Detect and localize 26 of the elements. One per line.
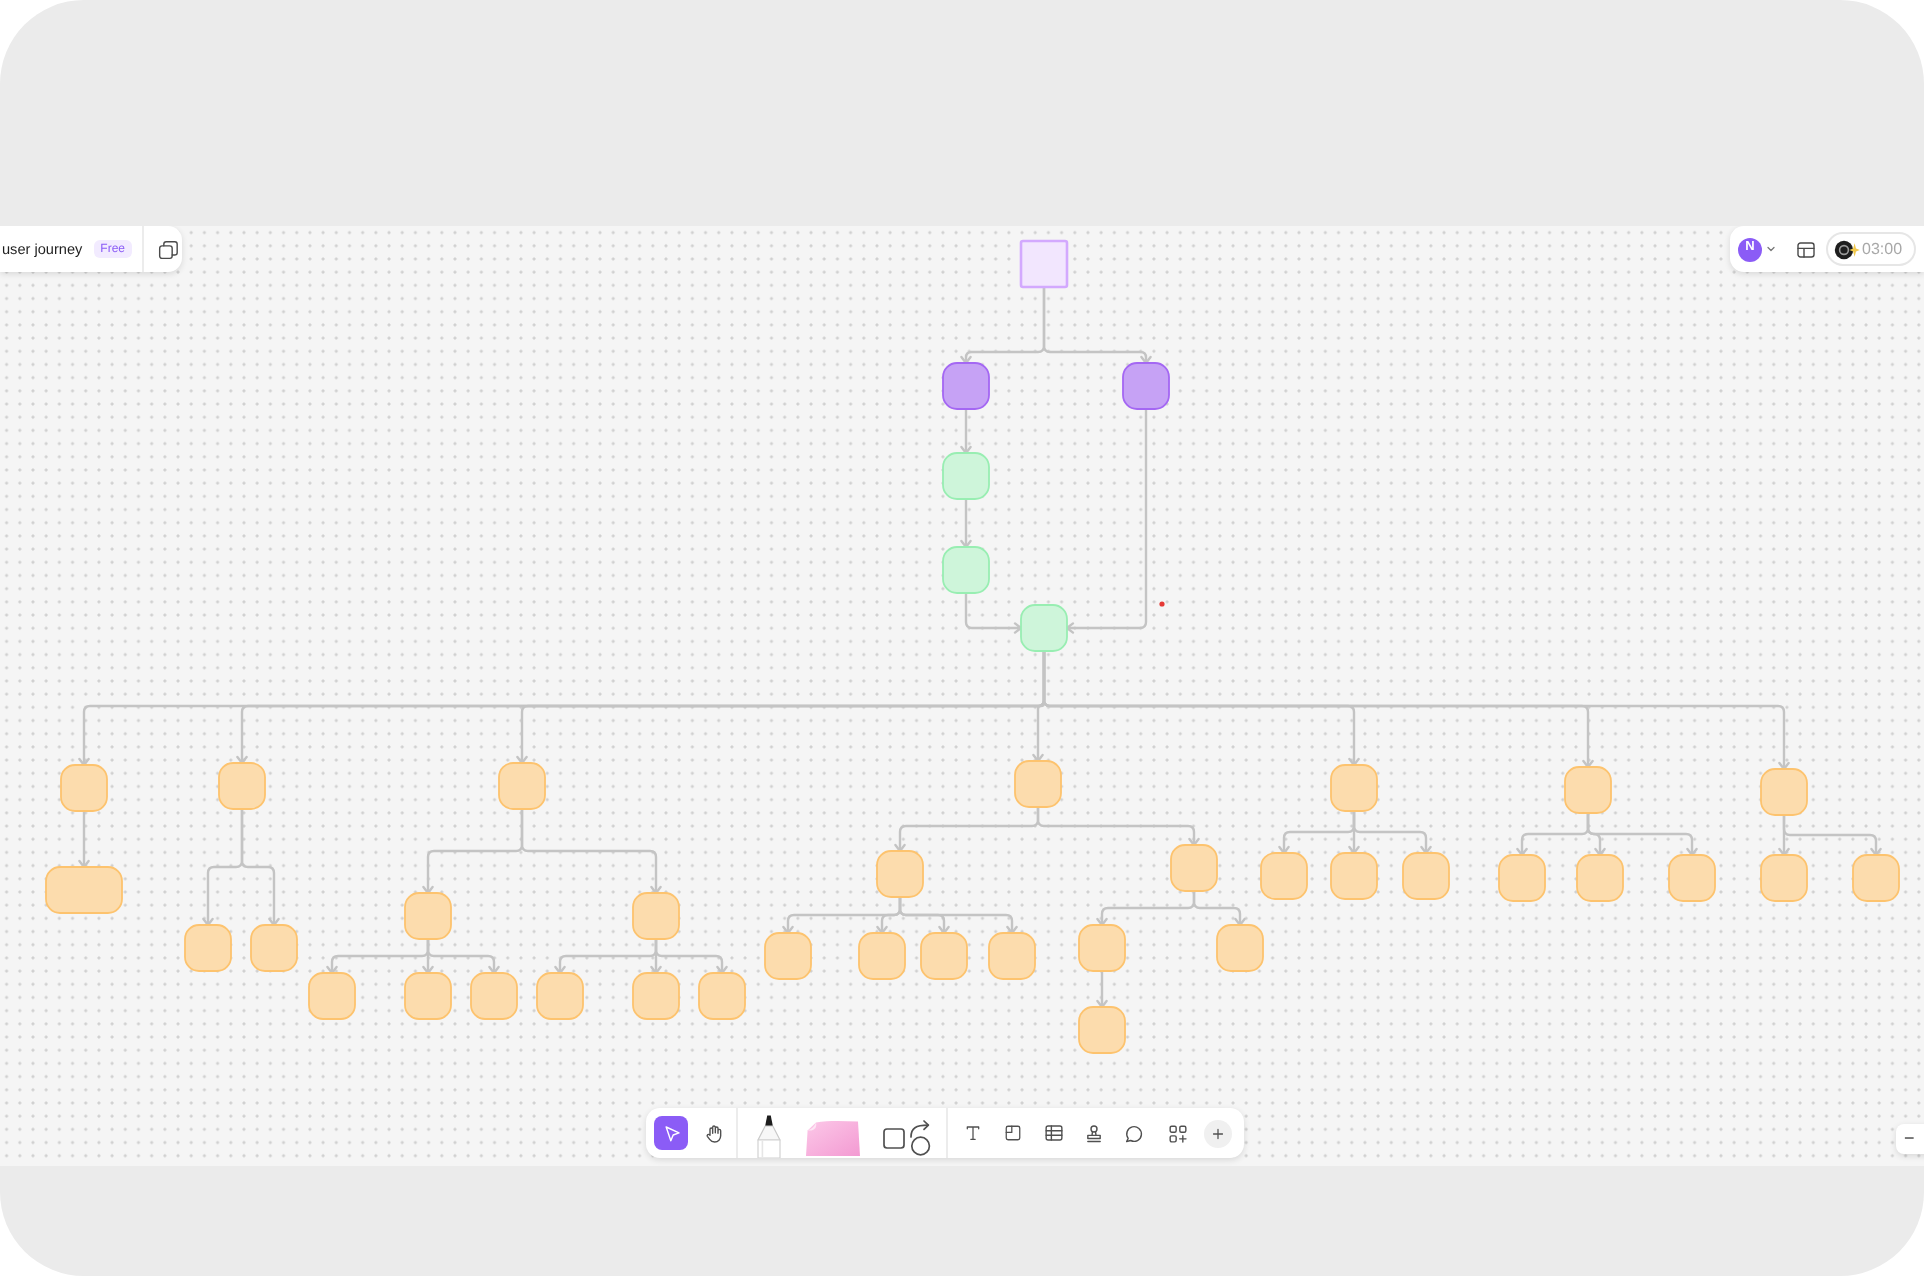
zoom-out-button[interactable]: − (1896, 1124, 1924, 1154)
cursor-icon[interactable] (661, 1123, 681, 1143)
connector-arrow (78, 809, 90, 869)
timer-text: 03:00 (1862, 241, 1903, 257)
timer-pill[interactable]: 03:00 (1826, 232, 1917, 266)
comment-icon[interactable] (1123, 1123, 1143, 1143)
chevron-down-icon[interactable] (1766, 246, 1776, 252)
frame-icon[interactable] (1004, 1124, 1022, 1142)
select-tool-button[interactable] (654, 1116, 688, 1150)
hand-icon[interactable] (703, 1123, 723, 1143)
connector-arrow (960, 497, 972, 549)
plus-icon[interactable] (1212, 1127, 1224, 1139)
sparkle-disc-icon (1834, 239, 1860, 259)
connector-arrow (240, 807, 280, 927)
connector-arrow (1096, 969, 1108, 1009)
panel-layout-icon[interactable] (1796, 239, 1816, 259)
stamp-icon[interactable] (1083, 1123, 1103, 1143)
connector-arrow (964, 591, 1023, 634)
apps-icon[interactable] (1167, 1123, 1187, 1143)
table-icon[interactable] (1043, 1124, 1063, 1142)
add-button[interactable] (1204, 1119, 1232, 1147)
copy-icon[interactable] (157, 239, 177, 259)
connector-arrow (960, 407, 972, 455)
text-icon[interactable] (964, 1124, 982, 1142)
connector-arrow (520, 807, 662, 895)
connector-arrow (1042, 285, 1152, 365)
